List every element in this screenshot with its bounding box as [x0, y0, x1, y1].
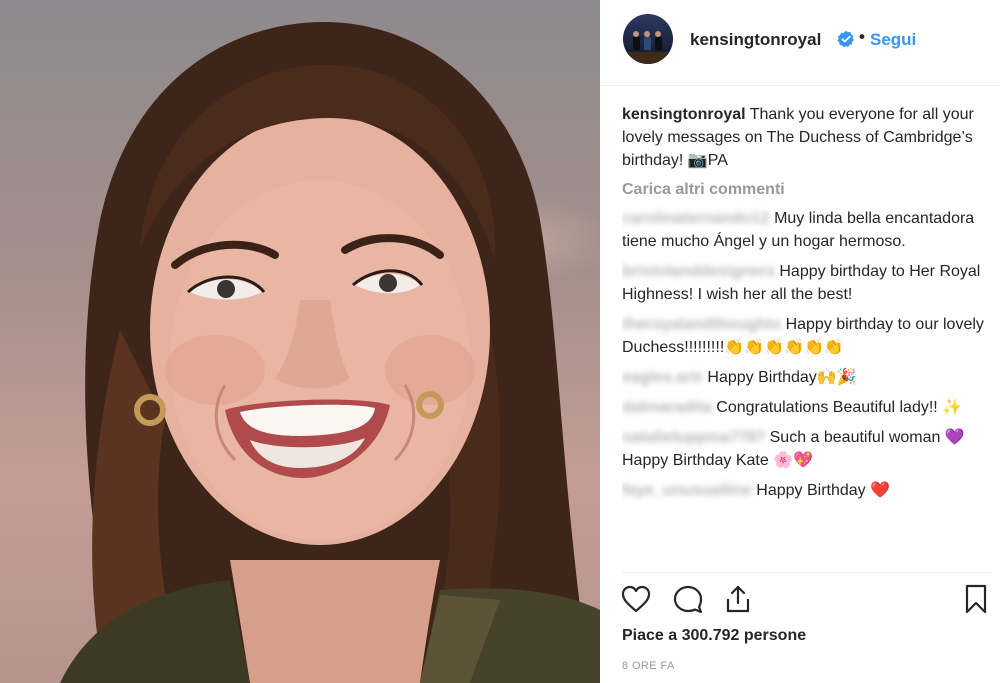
comments-list[interactable]: kensingtonroyal Thank you everyone for a…: [622, 103, 992, 569]
avatar-figure-head: [633, 31, 639, 37]
comment-icon: [673, 585, 703, 614]
comment-username[interactable]: natalieluppina7787: [622, 429, 765, 446]
share-button[interactable]: [722, 583, 754, 615]
avatar[interactable]: [623, 14, 673, 64]
comment-item: bristolanddesigners Happy birthday to He…: [622, 260, 992, 306]
avatar-figure-head: [644, 31, 650, 37]
comment-item: carolinaternando12 Muy linda bella encan…: [622, 207, 992, 253]
comment-username[interactable]: faye_unusualline: [622, 482, 752, 499]
comment-item: theroyalandthoughts Happy birthday to ou…: [622, 313, 992, 359]
share-icon: [726, 585, 750, 613]
comment-username[interactable]: bristolanddesigners: [622, 263, 775, 280]
post-timestamp[interactable]: 8 ORE FA: [622, 660, 675, 672]
post-header: kensingtonroyal • Segui: [600, 0, 1000, 86]
likes-count[interactable]: Piace a 300.792 persone: [622, 627, 806, 645]
actions-divider: [622, 572, 992, 573]
comment-text: Happy Birthday🙌🎉: [707, 369, 857, 386]
avatar-figure: [655, 36, 662, 50]
like-button[interactable]: [620, 583, 652, 615]
post-side-panel: kensingtonroyal • Segui kensingtonroyal …: [600, 0, 1000, 683]
comment-item: dalmaradita Congratulations Beautiful la…: [622, 396, 992, 419]
comment-text: Happy Birthday ❤️: [756, 482, 891, 499]
heart-icon: [621, 585, 651, 613]
avatar-figure-head: [655, 31, 661, 37]
post-photo[interactable]: [0, 0, 600, 683]
comment-button[interactable]: [672, 583, 704, 615]
comment-username[interactable]: dalmaradita: [622, 399, 712, 416]
header-separator: •: [859, 27, 865, 46]
comment-item: faye_unusualline Happy Birthday ❤️: [622, 479, 992, 502]
avatar-figure: [633, 36, 640, 50]
comment-text: Congratulations Beautiful lady!! ✨: [716, 399, 963, 416]
portrait-illustration: [60, 21, 600, 683]
comment-username[interactable]: carolinaternando12: [622, 210, 770, 227]
load-more-comments-button[interactable]: Carica altri commenti: [622, 178, 992, 201]
post-caption: kensingtonroyal Thank you everyone for a…: [622, 103, 992, 172]
save-button[interactable]: [960, 583, 992, 615]
comment-item: natalieluppina7787 Such a beautiful woma…: [622, 426, 992, 472]
post-author-username[interactable]: kensingtonroyal: [690, 30, 821, 50]
comment-username[interactable]: theroyalandthoughts: [622, 316, 781, 333]
comment-username[interactable]: eagles.artr: [622, 369, 703, 386]
follow-button[interactable]: Segui: [870, 30, 916, 50]
comment-item: eagles.artr Happy Birthday🙌🎉: [622, 366, 992, 389]
bookmark-icon: [965, 584, 987, 614]
caption-username[interactable]: kensingtonroyal: [622, 106, 746, 123]
avatar-figure: [644, 36, 651, 50]
avatar-floor: [623, 52, 673, 64]
verified-badge-icon: [837, 30, 854, 48]
